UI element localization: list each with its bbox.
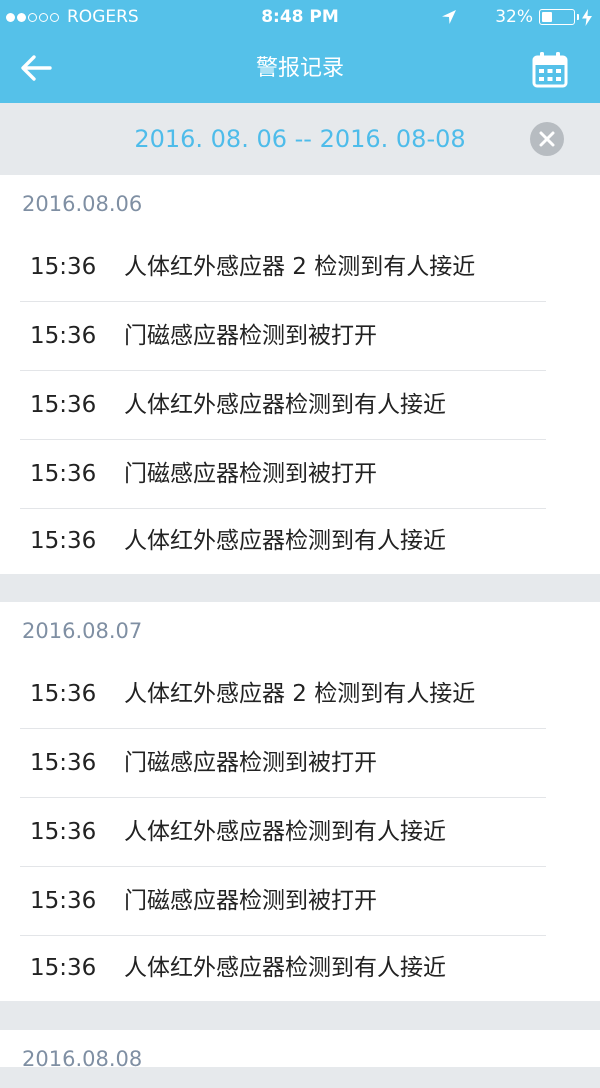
battery-level [542, 12, 552, 22]
record-message: 门磁感应器检测到被打开 [124, 888, 377, 914]
record-section: 2016.08.07 15:36 人体红外感应器 2 检测到有人接近 15:36… [0, 602, 600, 1001]
record-time: 15:36 [30, 955, 97, 981]
record-message: 门磁感应器检测到被打开 [124, 461, 377, 487]
nav-bar: 警报记录 [0, 34, 600, 103]
record-row[interactable]: 15:36 门磁感应器检测到被打开 [20, 867, 546, 936]
section-date: 2016.08.08 [22, 1047, 143, 1071]
record-message: 人体红外感应器检测到有人接近 [124, 528, 446, 554]
calendar-icon [530, 52, 570, 94]
record-message: 人体红外感应器检测到有人接近 [124, 392, 446, 418]
date-range-text[interactable]: 2016. 08. 06 -- 2016. 08-08 [0, 103, 600, 175]
record-time: 15:36 [30, 461, 97, 487]
record-row[interactable]: 15:36 人体红外感应器检测到有人接近 [20, 934, 546, 1002]
battery-icon [539, 9, 575, 25]
record-time: 15:36 [30, 254, 97, 280]
record-section: 2016.08.08 [0, 1030, 600, 1071]
record-message: 人体红外感应器 2 检测到有人接近 [124, 254, 476, 280]
record-row[interactable]: 15:36 门磁感应器检测到被打开 [20, 440, 546, 509]
record-time: 15:36 [30, 819, 97, 845]
record-message: 门磁感应器检测到被打开 [124, 323, 377, 349]
record-message: 门磁感应器检测到被打开 [124, 750, 377, 776]
record-time: 15:36 [30, 528, 97, 554]
battery-cap [577, 14, 579, 20]
record-message: 人体红外感应器检测到有人接近 [124, 955, 446, 981]
charging-bolt-icon [582, 8, 592, 26]
header: ROGERS 8:48 PM 32% 警报记录 [0, 0, 600, 103]
date-filter-bar: 2016. 08. 06 -- 2016. 08-08 [0, 103, 600, 175]
record-row[interactable]: 15:36 门磁感应器检测到被打开 [20, 729, 546, 798]
record-row[interactable]: 15:36 人体红外感应器检测到有人接近 [20, 507, 546, 575]
record-message: 人体红外感应器检测到有人接近 [124, 819, 446, 845]
record-row[interactable]: 15:36 人体红外感应器 2 检测到有人接近 [20, 660, 546, 729]
record-row[interactable]: 15:36 人体红外感应器 2 检测到有人接近 [20, 233, 546, 302]
section-date: 2016.08.07 [22, 619, 143, 643]
status-right: 32% [441, 0, 592, 34]
record-row[interactable]: 15:36 人体红外感应器检测到有人接近 [20, 798, 546, 867]
record-time: 15:36 [30, 750, 97, 776]
calendar-button[interactable] [530, 50, 570, 90]
record-message: 人体红外感应器 2 检测到有人接近 [124, 681, 476, 707]
record-time: 15:36 [30, 681, 97, 707]
clear-date-button[interactable] [530, 122, 564, 156]
record-time: 15:36 [30, 888, 97, 914]
location-arrow-icon [441, 9, 457, 25]
record-time: 15:36 [30, 323, 97, 349]
record-row[interactable]: 15:36 门磁感应器检测到被打开 [20, 302, 546, 371]
page-title: 警报记录 [255, 56, 344, 81]
record-time: 15:36 [30, 392, 97, 418]
record-row[interactable]: 15:36 人体红外感应器检测到有人接近 [20, 371, 546, 440]
section-date: 2016.08.06 [22, 192, 143, 216]
record-section: 2016.08.06 15:36 人体红外感应器 2 检测到有人接近 15:36… [0, 175, 600, 574]
battery-percent: 32% [495, 7, 533, 27]
status-bar: ROGERS 8:48 PM 32% [0, 0, 600, 34]
